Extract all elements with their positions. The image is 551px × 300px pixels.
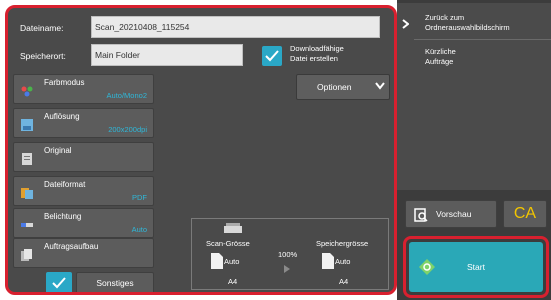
file-format-icon <box>21 188 33 199</box>
paper-icon <box>211 253 223 269</box>
setting-value: Auto/Mono2 <box>106 91 147 100</box>
store-size-value: Auto <box>335 257 351 266</box>
store-size-label: Speichergrösse <box>316 239 369 248</box>
resolution-icon <box>21 119 33 131</box>
setting-label: Dateiformat <box>44 180 86 189</box>
size-preview-box[interactable]: Scan-Grösse Auto A4 100% Speichergrösse … <box>191 218 389 290</box>
setting-label: Auflösung <box>44 112 80 121</box>
filename-input[interactable]: Scan_20210408_115254 <box>91 16 380 38</box>
back-to-folder-button[interactable]: Zurück zum Ordnerauswahlbildschirm <box>397 9 551 41</box>
arrow-right-icon <box>284 265 290 273</box>
divider <box>414 39 551 40</box>
setting-value: PDF <box>132 193 147 202</box>
download-checkbox[interactable] <box>262 46 282 66</box>
original-icon <box>22 153 32 165</box>
filename-value: Scan_20210408_115254 <box>95 22 190 32</box>
scan-screen: Dateiname: Scan_20210408_115254 Speicher… <box>0 0 551 300</box>
setting-exposure[interactable]: Belichtung Auto <box>13 208 154 238</box>
setting-resolution[interactable]: Auflösung 200x200dpi <box>13 108 154 138</box>
scan-settings-panel: Dateiname: Scan_20210408_115254 Speicher… <box>5 5 397 295</box>
recent-jobs-panel: Zurück zum Ordnerauswahlbildschirm Kürzl… <box>397 3 551 190</box>
scan-paper-size: A4 <box>228 277 238 286</box>
setting-job-build[interactable]: Auftragsaufbau <box>13 238 154 268</box>
setting-label: Auftragsaufbau <box>44 242 99 251</box>
paper-icon <box>322 253 334 269</box>
download-label-line1: Downloadfähige <box>290 44 344 53</box>
options-label: Optionen <box>317 82 352 92</box>
location-input[interactable]: Main Folder <box>91 44 243 66</box>
others-check-button[interactable] <box>46 272 72 292</box>
preview-icon <box>414 208 428 222</box>
others-label: Sonstiges <box>96 278 134 288</box>
setting-label: Belichtung <box>44 212 82 221</box>
setting-label: Farbmodus <box>44 78 85 87</box>
clear-all-button[interactable]: CA <box>503 200 547 228</box>
options-button[interactable]: Optionen <box>296 74 390 100</box>
exposure-icon <box>21 223 33 227</box>
back-line2: Ordnerauswahlbildschirm <box>425 23 510 32</box>
recent-jobs-line2: Aufträge <box>425 57 454 66</box>
setting-file-format[interactable]: Dateiformat PDF <box>13 176 154 206</box>
start-icon <box>419 259 435 275</box>
setting-value: Auto <box>131 225 147 234</box>
checkmark-icon <box>52 277 66 289</box>
download-label-line2: Datei erstellen <box>290 54 338 63</box>
start-button[interactable]: Start <box>409 242 543 292</box>
scale-ratio: 100% <box>278 250 298 259</box>
chevron-down-icon <box>375 82 385 90</box>
preview-label: Vorschau <box>436 209 472 219</box>
clear-all-label: CA <box>513 205 537 222</box>
store-paper-size: A4 <box>339 277 349 286</box>
recent-jobs-line1: Kürzliche <box>425 47 456 56</box>
setting-label: Original <box>44 146 72 155</box>
preview-button[interactable]: Vorschau <box>405 200 497 228</box>
scan-size-label: Scan-Grösse <box>206 239 250 248</box>
location-label: Speicherort: <box>20 51 66 61</box>
start-label: Start <box>467 262 485 272</box>
filename-label: Dateiname: <box>20 23 64 33</box>
setting-value: 200x200dpi <box>108 125 147 134</box>
others-button[interactable]: Sonstiges <box>76 272 154 292</box>
scanner-icon <box>224 223 242 233</box>
setting-original[interactable]: Original <box>13 142 154 172</box>
color-mode-icon <box>21 86 33 97</box>
chevron-right-icon <box>402 19 409 29</box>
back-line1: Zurück zum <box>425 13 465 22</box>
job-build-icon <box>21 249 32 261</box>
setting-color-mode[interactable]: Farbmodus Auto/Mono2 <box>13 74 154 104</box>
location-value: Main Folder <box>95 50 140 60</box>
scan-size-value: Auto <box>224 257 240 266</box>
checkmark-icon <box>265 50 279 62</box>
start-button-frame: Start <box>403 236 549 298</box>
